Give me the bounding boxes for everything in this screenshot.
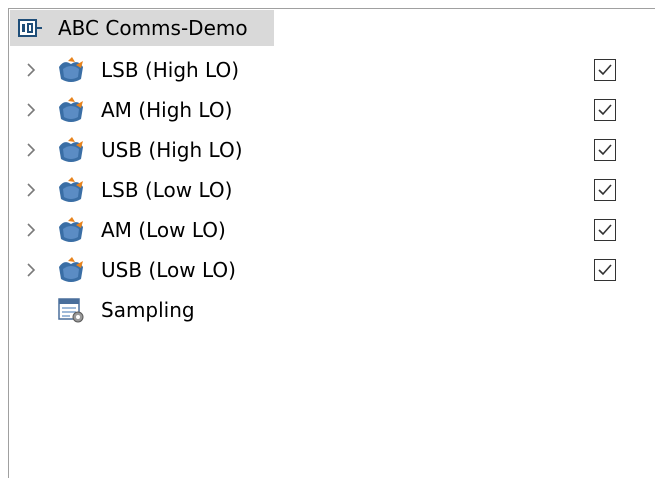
tree-item-label: USB (High LO) (101, 138, 243, 162)
tree-root-row[interactable]: ABC Comms-Demo (10, 10, 274, 46)
chevron-right-icon[interactable] (23, 142, 39, 158)
tree-item-label: LSB (High LO) (101, 58, 240, 82)
tree-item-am-high-lo[interactable]: AM (High LO) (10, 90, 630, 130)
waveform-block-icon (59, 177, 83, 202)
checkmark-icon (598, 264, 612, 276)
tree-item-label: USB (Low LO) (101, 258, 236, 282)
checkmark-icon (598, 104, 612, 116)
enable-checkbox[interactable] (594, 219, 616, 241)
tree-root-label: ABC Comms-Demo (58, 16, 248, 40)
tree-item-label: LSB (Low LO) (101, 178, 233, 202)
enable-checkbox[interactable] (594, 59, 616, 81)
checkmark-icon (598, 144, 612, 156)
waveform-block-icon (59, 137, 83, 162)
tree-item-sampling[interactable]: Sampling (10, 290, 630, 330)
tree-item-usb-high-lo[interactable]: USB (High LO) (10, 130, 630, 170)
tree-item-label: Sampling (101, 298, 195, 322)
enable-checkbox[interactable] (594, 179, 616, 201)
chevron-right-icon[interactable] (23, 222, 39, 238)
chevron-right-icon[interactable] (23, 182, 39, 198)
checkmark-icon (598, 184, 612, 196)
project-tree-panel: ABC Comms-Demo LSB (High LO) AM (High LO… (8, 8, 655, 478)
project-icon (18, 19, 42, 37)
waveform-block-icon (59, 257, 83, 282)
tree-item-lsb-low-lo[interactable]: LSB (Low LO) (10, 170, 630, 210)
tree-item-label: AM (High LO) (101, 98, 233, 122)
waveform-block-icon (59, 57, 83, 82)
tree-item-lsb-high-lo[interactable]: LSB (High LO) (10, 50, 630, 90)
waveform-block-icon (59, 217, 83, 242)
checkmark-icon (598, 64, 612, 76)
chevron-right-icon[interactable] (23, 62, 39, 78)
sampling-settings-icon (58, 298, 84, 323)
waveform-block-icon (59, 97, 83, 122)
enable-checkbox[interactable] (594, 259, 616, 281)
chevron-right-icon[interactable] (23, 262, 39, 278)
enable-checkbox[interactable] (594, 139, 616, 161)
tree-item-label: AM (Low LO) (101, 218, 226, 242)
tree-item-am-low-lo[interactable]: AM (Low LO) (10, 210, 630, 250)
chevron-right-icon[interactable] (23, 102, 39, 118)
checkmark-icon (598, 224, 612, 236)
tree-item-usb-low-lo[interactable]: USB (Low LO) (10, 250, 630, 290)
enable-checkbox[interactable] (594, 99, 616, 121)
